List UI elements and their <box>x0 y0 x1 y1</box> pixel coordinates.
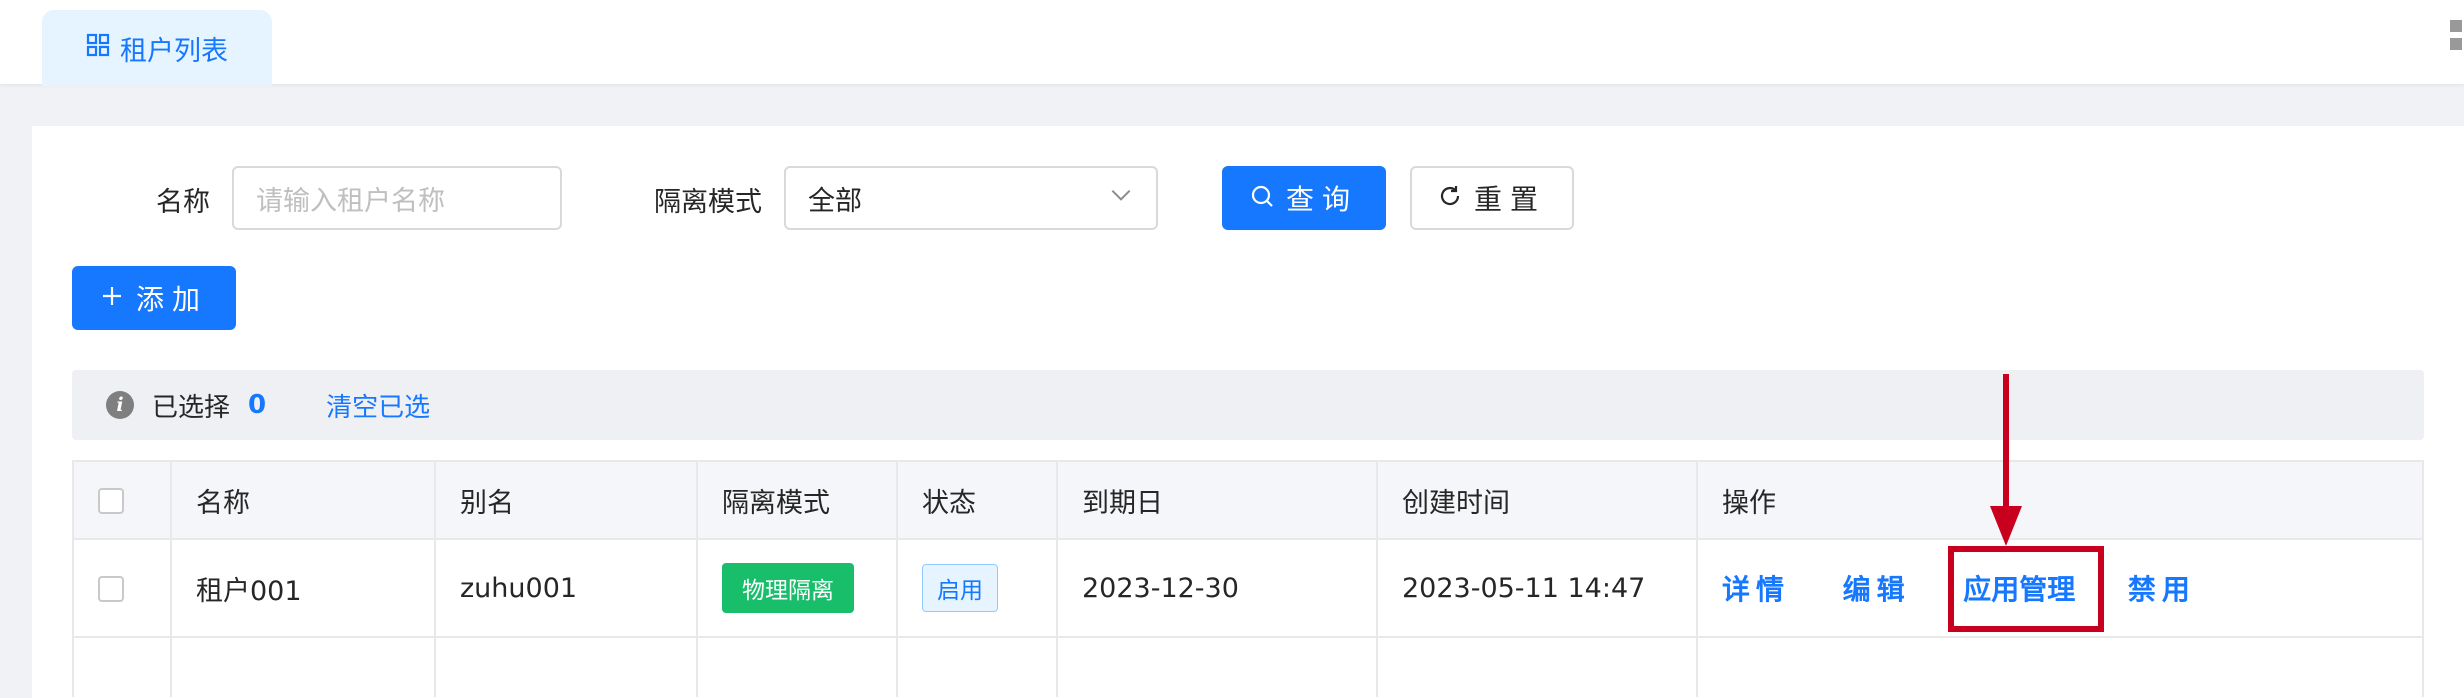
header-created: 创建时间 <box>1376 460 1698 540</box>
isolation-select[interactable]: 全部 <box>784 166 1158 230</box>
table-empty-row <box>72 636 2424 697</box>
cell-expire: 2023-12-30 <box>1056 538 1378 638</box>
grid-icon <box>86 33 110 64</box>
edit-button[interactable]: 编辑 <box>1843 568 1911 608</box>
selected-label: 已选择 <box>152 392 231 423</box>
selection-alert: i 已选择 0 清空已选 <box>72 370 2424 440</box>
header-alias: 别名 <box>434 460 698 540</box>
isolation-select-value: 全部 <box>808 185 862 217</box>
app-manage-button[interactable]: 应用管理 <box>1963 568 2075 608</box>
header-select-all[interactable] <box>72 460 172 540</box>
info-icon: i <box>106 391 134 419</box>
tab-bar: 租户列表 <box>0 0 2464 86</box>
clear-selection-link[interactable]: 清空已选 <box>326 387 430 424</box>
table-row: 租户001 zuhu001 物理隔离 启用 2023-12-30 2023-05… <box>72 538 2424 638</box>
add-button[interactable]: 添加 <box>72 266 236 330</box>
table-header-row: 名称 别名 隔离模式 状态 到期日 创建时间 操作 <box>72 460 2424 540</box>
header-isolation: 隔离模式 <box>696 460 898 540</box>
disable-button[interactable]: 禁用 <box>2128 568 2196 608</box>
row-select-cell <box>72 538 172 638</box>
cell-isolation: 物理隔离 <box>696 538 898 638</box>
tab-tenant-list[interactable]: 租户列表 <box>42 10 272 86</box>
header-actions: 操作 <box>1696 460 2424 540</box>
header-name: 名称 <box>170 460 436 540</box>
select-all-checkbox[interactable] <box>98 488 124 514</box>
cell-name: 租户001 <box>170 538 436 638</box>
isolation-label: 隔离模式 <box>654 187 762 218</box>
isolation-tag: 物理隔离 <box>722 563 854 613</box>
reset-button[interactable]: 重置 <box>1410 166 1574 230</box>
cell-alias: zuhu001 <box>434 538 698 638</box>
add-button-label: 添加 <box>135 283 208 316</box>
name-search-placeholder: 请输入租户名称 <box>256 185 445 217</box>
chevron-down-icon <box>1108 182 1134 215</box>
more-icon[interactable] <box>2450 20 2464 52</box>
status-badge: 启用 <box>922 564 998 612</box>
selected-count: 0 <box>248 390 267 420</box>
name-search-input[interactable]: 请输入租户名称 <box>232 166 562 230</box>
header-status: 状态 <box>896 460 1058 540</box>
reset-button-label: 重置 <box>1473 183 1546 216</box>
query-button-label: 查询 <box>1285 183 1358 216</box>
plus-icon <box>100 282 124 315</box>
cell-actions: 详情 编辑 应用管理 禁用 <box>1696 538 2424 638</box>
query-button[interactable]: 查询 <box>1222 166 1386 230</box>
cell-status: 启用 <box>896 538 1058 638</box>
header-expire: 到期日 <box>1056 460 1378 540</box>
row-checkbox[interactable] <box>98 576 124 602</box>
name-label: 名称 <box>156 187 210 218</box>
cell-created: 2023-05-11 14:47 <box>1376 538 1698 638</box>
search-icon <box>1250 182 1274 215</box>
detail-button[interactable]: 详情 <box>1722 568 1790 608</box>
refresh-icon <box>1438 182 1462 215</box>
main-card: 名称 请输入租户名称 隔离模式 全部 查询 重置 添加 i 已选择 0 清空已选 <box>32 126 2464 698</box>
tenant-table: 名称 别名 隔离模式 状态 到期日 创建时间 操作 租户001 zuhu001 … <box>72 460 2424 697</box>
tab-label: 租户列表 <box>120 35 228 67</box>
